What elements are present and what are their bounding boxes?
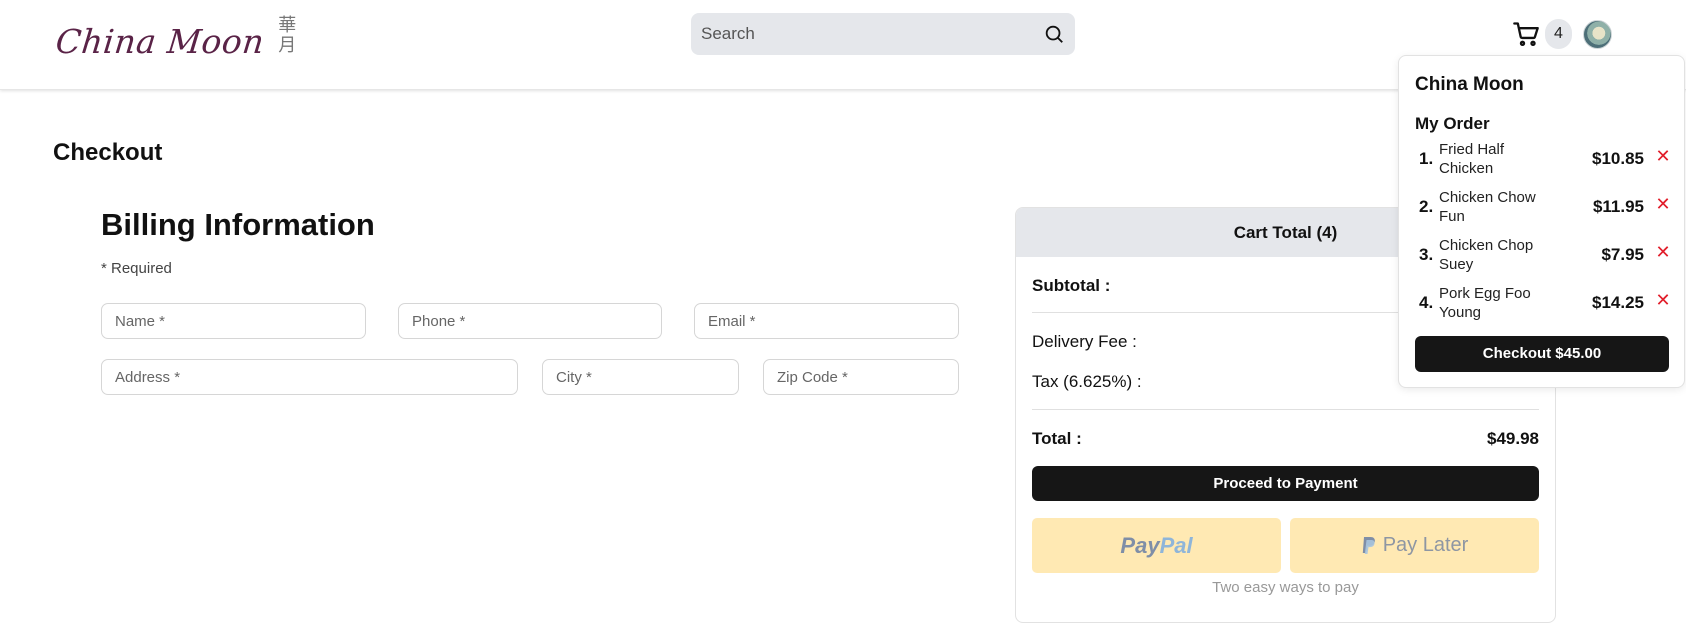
divider — [1032, 409, 1539, 410]
remove-icon[interactable]: ✕ — [1654, 147, 1672, 165]
total-label: Total : — [1032, 429, 1082, 448]
name-input[interactable] — [115, 312, 352, 330]
address-field — [101, 359, 518, 395]
city-field — [542, 359, 739, 395]
order-item-name: Chicken Chop Suey — [1439, 237, 1534, 273]
order-item: 1. Fried Half Chicken $10.85 ✕ — [1415, 139, 1672, 183]
email-field — [694, 303, 959, 339]
paypal-logo-pal: Pal — [1159, 532, 1193, 558]
cart-count-badge[interactable]: 4 — [1545, 19, 1572, 49]
pay-later-button[interactable]: Pay Later — [1290, 518, 1539, 573]
phone-field — [398, 303, 662, 339]
search-bar — [691, 13, 1075, 55]
pay-later-label: Pay Later — [1382, 534, 1469, 556]
order-item-price: $14.25 — [1592, 293, 1644, 312]
logo[interactable]: China Moon 華月 — [53, 15, 298, 64]
page-title: Checkout — [53, 139, 163, 166]
cart-dropdown: China Moon My Order 1. Fried Half Chicke… — [1398, 55, 1685, 388]
logo-chinese-text: 華月 — [278, 15, 297, 56]
search-input[interactable] — [701, 24, 1043, 44]
order-item-name: Chicken Chow Fun — [1439, 189, 1536, 225]
billing-title: Billing Information — [101, 207, 375, 242]
paypal-logo: PayPal — [1120, 533, 1192, 559]
required-note: * Required — [101, 260, 172, 277]
order-item-number: 2. — [1419, 197, 1434, 216]
order-item-number: 3. — [1419, 245, 1434, 264]
order-item-name: Fried Half Chicken — [1439, 141, 1505, 177]
order-item-number: 4. — [1419, 293, 1434, 312]
zip-field — [763, 359, 959, 395]
order-item: 4. Pork Egg Foo Young $14.25 ✕ — [1415, 283, 1672, 327]
total-value: $49.98 — [1487, 429, 1539, 448]
paypal-logo-pay: Pay — [1120, 532, 1160, 558]
paypal-button[interactable]: PayPal — [1032, 518, 1281, 573]
pay-caption: Two easy ways to pay — [1212, 579, 1359, 596]
address-input[interactable] — [115, 368, 504, 386]
remove-icon[interactable]: ✕ — [1654, 195, 1672, 213]
total-row: Total : $49.98 — [1032, 429, 1539, 449]
order-item-name: Pork Egg Foo Young — [1439, 285, 1531, 321]
email-input[interactable] — [708, 312, 945, 330]
city-input[interactable] — [556, 368, 725, 386]
tax-label: Tax (6.625%) : — [1032, 372, 1142, 391]
pay-later-content: Pay Later — [1361, 534, 1469, 557]
name-field — [101, 303, 366, 339]
proceed-to-payment-button[interactable]: Proceed to Payment — [1032, 466, 1539, 501]
dropdown-restaurant-name: China Moon — [1415, 74, 1524, 95]
remove-icon[interactable]: ✕ — [1654, 291, 1672, 309]
delivery-fee-label: Delivery Fee : — [1032, 332, 1137, 351]
order-item: 2. Chicken Chow Fun $11.95 ✕ — [1415, 187, 1672, 231]
order-item: 3. Chicken Chop Suey $7.95 ✕ — [1415, 235, 1672, 279]
subtotal-label: Subtotal : — [1032, 276, 1111, 295]
search-icon[interactable] — [1043, 23, 1065, 45]
zip-input[interactable] — [777, 368, 945, 386]
logo-text: China Moon — [53, 22, 267, 61]
remove-icon[interactable]: ✕ — [1654, 243, 1672, 261]
paypal-p-icon — [1362, 536, 1375, 554]
order-item-price: $10.85 — [1592, 149, 1644, 168]
phone-input[interactable] — [412, 312, 648, 330]
cart-icon[interactable] — [1512, 20, 1540, 48]
order-item-price: $11.95 — [1592, 197, 1644, 216]
order-item-number: 1. — [1419, 149, 1434, 168]
checkout-button[interactable]: Checkout $45.00 — [1415, 336, 1669, 372]
order-item-price: $7.95 — [1601, 245, 1644, 264]
user-avatar[interactable] — [1583, 20, 1612, 49]
dropdown-subtitle: My Order — [1415, 114, 1490, 133]
